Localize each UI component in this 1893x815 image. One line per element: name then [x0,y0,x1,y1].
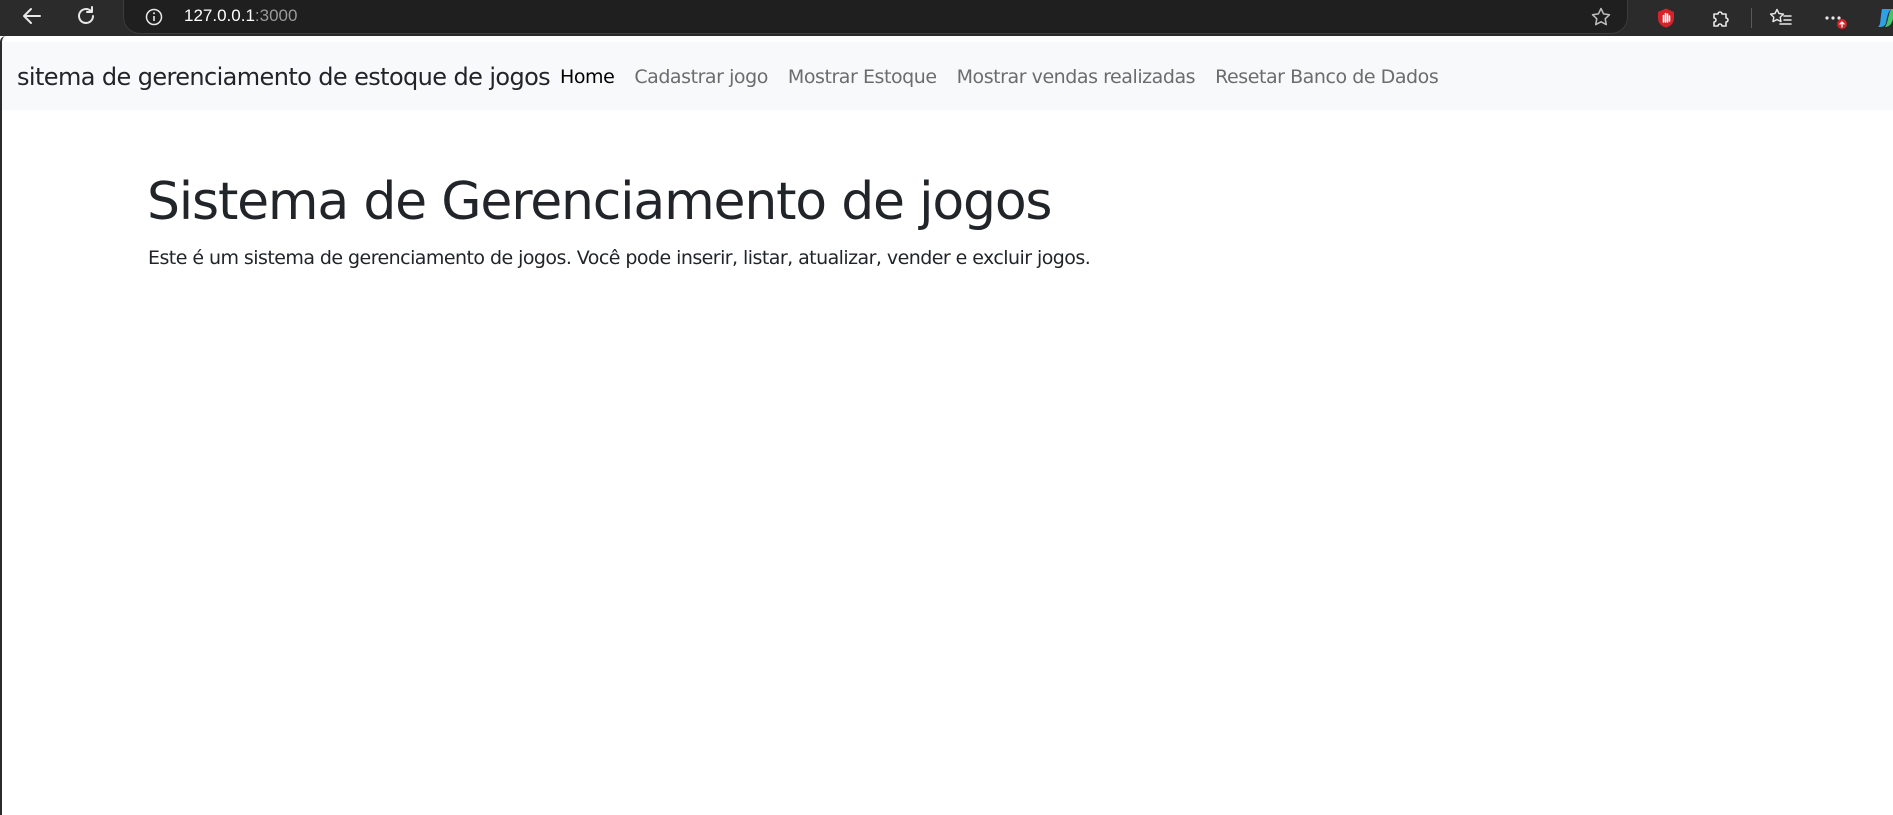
nav-link-mostrar-estoque[interactable]: Mostrar Estoque [788,64,937,90]
copilot-button[interactable] [1872,4,1893,32]
extensions-button[interactable] [1707,4,1735,32]
toolbar-divider [1751,8,1752,28]
navbar-brand[interactable]: sitema de gerenciamento de estoque de jo… [17,62,551,92]
more-icon [1825,16,1847,29]
nav-link-home[interactable]: Home [560,64,615,90]
page-description: Este é um sistema de gerenciamento de jo… [148,247,1091,269]
page-viewport: sitema de gerenciamento de estoque de jo… [0,36,1893,815]
navbar: sitema de gerenciamento de estoque de jo… [2,42,1893,110]
page-title: Sistema de Gerenciamento de jogos [147,172,1053,232]
extension-button[interactable] [1652,4,1680,32]
url-text[interactable]: 127.0.0.1:3000 [184,6,297,26]
address-bar[interactable]: 127.0.0.1:3000 [123,0,1628,34]
url-port: :3000 [254,6,298,25]
copilot-icon [1877,9,1893,27]
nav-links: Home Cadastrar jogo Mostrar Estoque Most… [560,64,1458,90]
browser-toolbar: 127.0.0.1:3000 [0,0,1893,36]
reload-icon [78,6,94,24]
favorites-list-icon [1769,8,1792,25]
url-host: 127.0.0.1 [184,6,255,25]
more-button[interactable] [1821,4,1849,32]
star-icon [1591,7,1611,26]
back-arrow-icon [23,8,41,24]
info-icon[interactable] [144,7,164,27]
puzzle-icon [1713,11,1729,27]
nav-link-cadastrar-jogo[interactable]: Cadastrar jogo [634,64,768,90]
favorites-button[interactable] [1767,4,1795,32]
favorite-button[interactable] [1589,5,1613,29]
nav-link-mostrar-vendas[interactable]: Mostrar vendas realizadas [957,64,1196,90]
back-button[interactable] [12,0,52,32]
reload-button[interactable] [66,0,106,32]
nav-link-resetar-banco[interactable]: Resetar Banco de Dados [1215,64,1439,90]
red-hand-extension-icon [1658,8,1674,28]
